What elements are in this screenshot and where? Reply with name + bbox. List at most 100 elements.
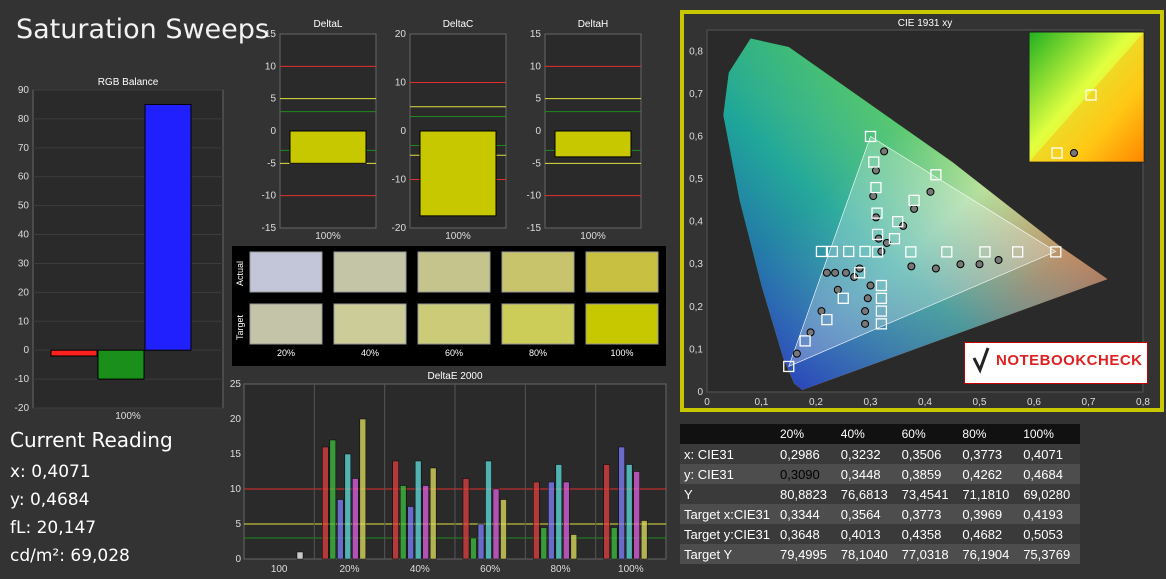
- table-cell: 0,3344: [776, 504, 837, 524]
- page-title: Saturation Sweeps: [16, 14, 269, 45]
- table-cell: 0,4262: [958, 464, 1020, 484]
- tick-label: 10: [530, 61, 542, 72]
- table-header-cell: 60%: [897, 424, 959, 444]
- tick-label: -20: [15, 403, 30, 414]
- chart-title: DeltaC: [443, 19, 474, 30]
- actual-swatch: [333, 251, 407, 293]
- tick-label: 40: [18, 230, 30, 241]
- measurement-table: 20% 40% 60% 80% 100% x: CIE31 0,2986 0,3…: [680, 424, 1080, 564]
- delta-bar: [419, 130, 497, 217]
- tick-label: -15: [527, 223, 542, 234]
- reading-y: y: 0,4684: [10, 490, 90, 510]
- inset-actual-point: [1070, 149, 1078, 157]
- y-tick-label: 0: [697, 387, 703, 398]
- target-swatch: [249, 303, 323, 345]
- column-label: 100%: [610, 348, 633, 358]
- logo-text: NOTEBOOKCHECK: [996, 352, 1143, 369]
- table-cell: Y: [680, 484, 776, 504]
- tick-label: 5: [270, 94, 276, 105]
- tick-label: 0: [400, 126, 406, 137]
- x-tick-label: 100: [271, 564, 288, 575]
- delta-e-bar: [500, 499, 507, 560]
- delta-e-bar: [322, 446, 329, 560]
- tick-label: -10: [527, 191, 542, 202]
- table-row: y: CIE31 0,3090 0,3448 0,3859 0,4262 0,4…: [680, 464, 1080, 484]
- delta-e-bar: [422, 485, 429, 560]
- tick-label: 0: [23, 345, 29, 356]
- actual-point: [861, 319, 870, 328]
- table-cell: 69,0280: [1019, 484, 1080, 504]
- delta-e-bar: [555, 464, 563, 560]
- table-cell: 71,1810: [958, 484, 1020, 504]
- tick-label: 10: [18, 316, 30, 327]
- table-cell: 0,3232: [836, 444, 898, 464]
- actual-point: [866, 281, 875, 290]
- x-tick-label: 100%: [618, 564, 644, 575]
- x-tick-label: 0,2: [809, 397, 823, 408]
- actual-swatch: [585, 251, 659, 293]
- tick-label: 20: [18, 287, 30, 298]
- column-label: 20%: [277, 348, 295, 358]
- column-label: 40%: [361, 348, 379, 358]
- tick-label: 10: [265, 61, 277, 72]
- column-label: 60%: [445, 348, 463, 358]
- x-tick-label: 80%: [550, 564, 570, 575]
- target-swatch: [501, 303, 575, 345]
- x-tick-label: 0,1: [755, 397, 769, 408]
- delta-e-bar: [414, 460, 422, 560]
- delta-e-bar: [359, 418, 367, 560]
- target-swatch: [585, 303, 659, 345]
- table-cell: 0,4193: [1019, 504, 1080, 524]
- delta-l-chart: 15 10 5 0 -5 -10 -15 DeltaL 100%: [262, 19, 377, 240]
- column-label: 80%: [529, 348, 547, 358]
- row-label: Target: [235, 314, 245, 340]
- table-cell: 0,3448: [836, 464, 898, 484]
- tick-label: -15: [262, 223, 277, 234]
- y-tick-label: 0,4: [689, 217, 703, 228]
- table-cell: 0,3506: [897, 444, 959, 464]
- table-cell: Target Y: [680, 544, 776, 564]
- delta-e-bar: [477, 523, 485, 560]
- table-header-cell: 40%: [836, 424, 898, 444]
- tick-label: 10: [395, 78, 407, 89]
- tick-label: 90: [18, 85, 30, 96]
- actual-point: [910, 204, 919, 213]
- actual-point: [869, 192, 878, 201]
- table-row: Target Y 79,4995 78,1040 77,0318 76,1904…: [680, 544, 1080, 564]
- table-cell: Target y:CIE31: [680, 524, 776, 544]
- actual-point: [871, 213, 880, 222]
- tick-label: 15: [230, 449, 242, 460]
- actual-point: [874, 234, 883, 243]
- actual-point: [861, 307, 870, 316]
- delta-e-bar: [548, 481, 555, 560]
- tick-label: 0: [235, 554, 241, 565]
- actual-point: [931, 264, 940, 273]
- chart-title: CIE 1931 xy: [898, 18, 952, 29]
- table-cell-selected[interactable]: 0,3090: [776, 464, 837, 484]
- actual-point: [975, 260, 984, 269]
- delta-e-bar: [640, 520, 648, 560]
- x-tick-label: 0,8: [1136, 397, 1150, 408]
- delta-e-bar: [492, 488, 500, 560]
- bar-blue: [144, 103, 192, 351]
- reading-fl: fL: 20,147: [10, 518, 97, 538]
- actual-swatch: [249, 251, 323, 293]
- tick-label: 20: [230, 414, 242, 425]
- delta-e-bar: [392, 460, 399, 560]
- x-axis-label: 100%: [315, 231, 341, 240]
- table-header-cell: 100%: [1019, 424, 1080, 444]
- checkmark-icon: [972, 347, 990, 374]
- table-cell: 80,8823: [776, 484, 837, 504]
- table-cell: 73,4541: [897, 484, 959, 504]
- delta-e-2000-chart: 25 20 15 10 5 0 100 20% 40% 60% 80% 100% DeltaE 2000: [230, 371, 667, 575]
- tick-label: -10: [15, 374, 30, 385]
- x-axis-label: 100%: [115, 411, 141, 420]
- tick-label: 30: [18, 258, 30, 269]
- x-tick-label: 0: [704, 397, 710, 408]
- x-tick-label: 0,4: [918, 397, 932, 408]
- table-header-row: 20% 40% 60% 80% 100%: [680, 424, 1080, 444]
- tick-label: 5: [535, 94, 541, 105]
- actual-point: [841, 268, 850, 277]
- actual-point: [863, 294, 872, 303]
- delta-e-bar: [603, 464, 610, 560]
